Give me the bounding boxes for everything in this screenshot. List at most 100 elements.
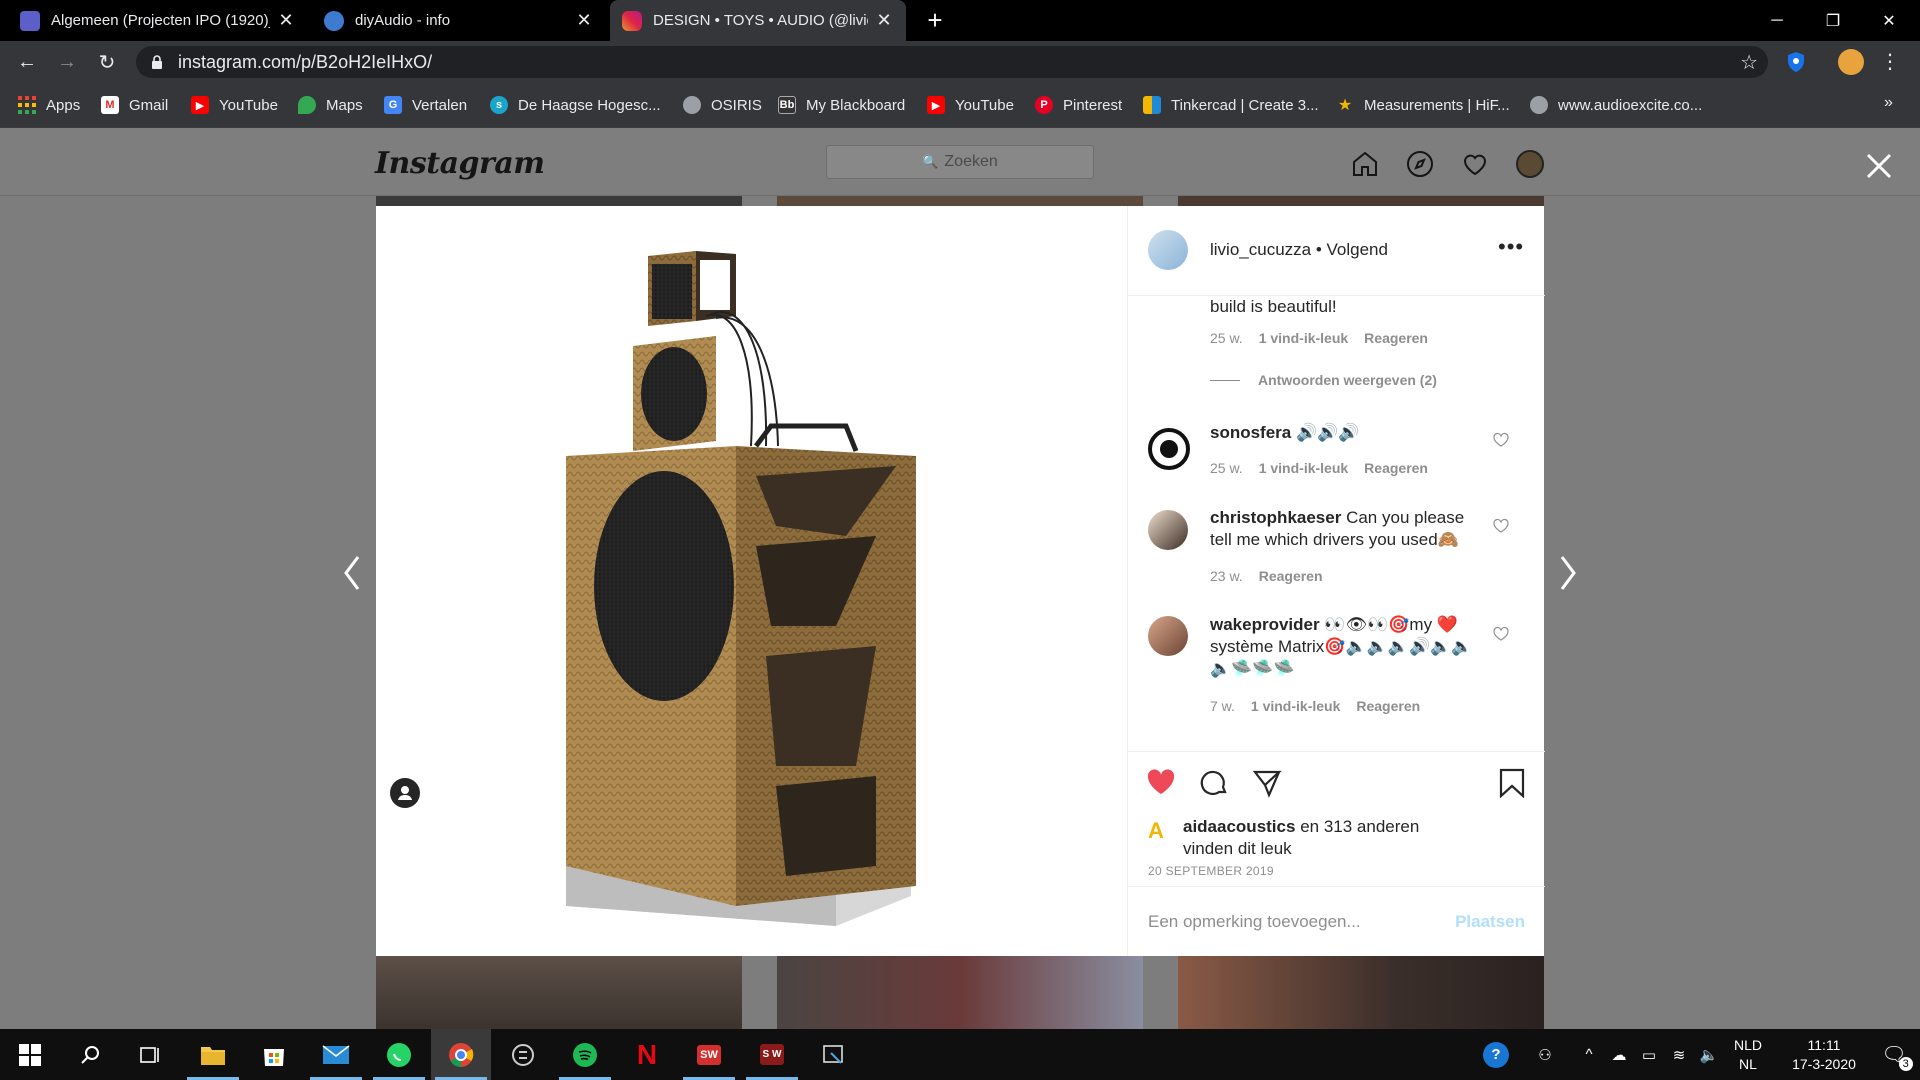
comment-username[interactable]: sonosfera	[1210, 423, 1291, 442]
start-button[interactable]	[0, 1029, 60, 1080]
chrome-menu-icon[interactable]: ⋮	[1880, 47, 1900, 77]
chrome-taskbar-icon[interactable]	[431, 1029, 491, 1080]
home-icon[interactable]	[1351, 150, 1379, 178]
comment-likes[interactable]: 1 vind-ik-leuk	[1259, 330, 1348, 346]
instagram-logo[interactable]: Instagram	[375, 146, 545, 181]
volume-icon[interactable]: 🔈	[1694, 1029, 1724, 1080]
file-explorer-icon[interactable]	[183, 1029, 243, 1080]
bookmark-audioexcite[interactable]: www.audioexcite.co...	[1530, 93, 1702, 117]
author-avatar[interactable]	[1148, 230, 1188, 270]
solidworks-icon[interactable]: SW	[679, 1029, 739, 1080]
share-paper-plane-icon[interactable]	[1252, 768, 1282, 798]
post-image[interactable]	[376, 206, 1127, 956]
bookmark-youtube-2[interactable]: ▶ YouTube	[927, 93, 1014, 117]
new-tab-button[interactable]: +	[920, 5, 950, 35]
author-username[interactable]: livio_cucuzza	[1210, 240, 1311, 259]
more-options-icon[interactable]: •••	[1498, 234, 1524, 260]
grid-thumbnail[interactable]	[777, 196, 1143, 206]
comment-bubble-icon[interactable]	[1199, 768, 1229, 798]
bookmarks-overflow-icon[interactable]: »	[1884, 94, 1893, 112]
next-post-arrow-icon[interactable]	[1556, 553, 1580, 593]
people-icon[interactable]: ⚇	[1530, 1029, 1560, 1080]
address-bar[interactable]: instagram.com/p/B2oH2IeIHxO/ ☆	[136, 46, 1768, 78]
clock[interactable]: 11:11 17-3-2020	[1776, 1029, 1872, 1080]
reply-button[interactable]: Reageren	[1364, 460, 1428, 476]
view-replies-button[interactable]: Antwoorden weergeven (2)	[1210, 372, 1437, 388]
close-icon[interactable]	[1865, 152, 1893, 180]
save-bookmark-icon[interactable]	[1498, 768, 1526, 798]
grid-thumbnail[interactable]	[777, 956, 1143, 1029]
tab-instagram[interactable]: DESIGN • TOYS • AUDIO (@livio_ ✕	[610, 0, 906, 41]
post-comment-button[interactable]: Plaatsen	[1455, 912, 1525, 932]
liked-heart-icon[interactable]	[1146, 768, 1176, 796]
bookmark-vertalen[interactable]: G Vertalen	[384, 93, 467, 117]
liker-avatar[interactable]: A	[1148, 818, 1168, 843]
comment-likes[interactable]: 1 vind-ik-leuk	[1251, 698, 1340, 714]
app-circle-icon[interactable]	[493, 1029, 553, 1080]
search-input[interactable]: 🔍 Zoeken	[826, 145, 1094, 179]
forward-button[interactable]: →	[52, 47, 82, 77]
profile-avatar[interactable]	[1516, 150, 1544, 178]
grid-thumbnail[interactable]	[1178, 196, 1544, 206]
reply-button[interactable]: Reageren	[1356, 698, 1420, 714]
like-comment-heart-icon[interactable]	[1493, 518, 1509, 534]
comment-username[interactable]: wakeprovider	[1210, 615, 1320, 634]
activity-heart-icon[interactable]	[1461, 150, 1489, 178]
tab-diyaudio[interactable]: diyAudio - info ✕	[312, 0, 606, 41]
bookmark-haagse-hogeschool[interactable]: s De Haagse Hogesc...	[490, 93, 661, 117]
restore-button[interactable]: ❐	[1810, 0, 1856, 41]
bookmark-youtube[interactable]: ▶ YouTube	[191, 93, 278, 117]
bookmark-gmail[interactable]: M Gmail	[101, 93, 168, 117]
commenter-avatar[interactable]	[1148, 510, 1188, 550]
input-language-indicator[interactable]: NLD NL	[1728, 1029, 1768, 1080]
bookmark-maps[interactable]: Maps	[298, 93, 363, 117]
likes-count[interactable]: en 313 anderen	[1300, 817, 1419, 836]
microsoft-store-icon[interactable]	[244, 1029, 304, 1080]
grid-thumbnail[interactable]	[376, 196, 742, 206]
bookmark-blackboard[interactable]: Bb My Blackboard	[778, 93, 905, 117]
netflix-icon[interactable]: N	[617, 1029, 677, 1080]
comment-likes[interactable]: 1 vind-ik-leuk	[1259, 460, 1348, 476]
close-tab-icon[interactable]: ✕	[874, 10, 894, 31]
whatsapp-icon[interactable]	[369, 1029, 429, 1080]
mail-icon[interactable]	[306, 1029, 366, 1080]
previous-post-arrow-icon[interactable]	[340, 553, 364, 593]
reload-button[interactable]: ↻	[92, 47, 122, 77]
reply-button[interactable]: Reageren	[1259, 568, 1323, 584]
comment-username[interactable]: christophkaeser	[1210, 508, 1341, 527]
extension-shield-icon[interactable]	[1784, 50, 1808, 74]
bookmark-star-icon[interactable]: ☆	[1740, 50, 1758, 75]
spotify-icon[interactable]	[555, 1029, 615, 1080]
wifi-icon[interactable]: ≋	[1664, 1029, 1694, 1080]
close-window-button[interactable]: ✕	[1866, 0, 1912, 41]
commenter-avatar[interactable]	[1148, 428, 1190, 470]
grid-thumbnail[interactable]	[376, 956, 742, 1029]
task-view-icon[interactable]	[120, 1029, 180, 1080]
help-notification-icon[interactable]: ?	[1476, 1029, 1516, 1080]
bookmark-osiris[interactable]: OSIRIS	[683, 93, 762, 117]
like-comment-heart-icon[interactable]	[1493, 626, 1509, 642]
back-button[interactable]: ←	[12, 47, 42, 77]
tab-teams[interactable]: Algemeen (Projecten IPO (1920)_ ✕	[8, 0, 308, 41]
commenter-avatar[interactable]	[1148, 616, 1188, 656]
solidworks-2019-icon[interactable]: S W	[742, 1029, 802, 1080]
reply-button[interactable]: Reageren	[1364, 330, 1428, 346]
action-center-button[interactable]: 🗨 3	[1872, 1029, 1916, 1080]
search-taskbar-icon[interactable]	[60, 1029, 120, 1080]
bookmark-hifi-measurements[interactable]: ★ Measurements | HiF...	[1336, 93, 1510, 117]
bookmark-apps[interactable]: Apps	[18, 93, 80, 117]
bookmark-tinkercad[interactable]: Tinkercad | Create 3...	[1143, 93, 1319, 117]
snipping-tool-icon[interactable]	[804, 1029, 864, 1080]
battery-icon[interactable]: ▭	[1634, 1029, 1664, 1080]
explore-compass-icon[interactable]	[1406, 150, 1434, 178]
bookmark-pinterest[interactable]: P Pinterest	[1035, 93, 1122, 117]
grid-thumbnail[interactable]	[1178, 956, 1544, 1029]
comment-input[interactable]: Een opmerking toevoegen...	[1148, 912, 1455, 932]
tagged-user-icon[interactable]	[390, 778, 420, 808]
like-comment-heart-icon[interactable]	[1493, 432, 1509, 448]
close-tab-icon[interactable]: ✕	[574, 10, 594, 31]
follow-status[interactable]: • Volgend	[1316, 240, 1388, 259]
liker-username[interactable]: aidaacoustics	[1183, 817, 1295, 836]
show-hidden-icons-chevron[interactable]: ^	[1574, 1029, 1604, 1080]
close-tab-icon[interactable]: ✕	[276, 10, 296, 31]
